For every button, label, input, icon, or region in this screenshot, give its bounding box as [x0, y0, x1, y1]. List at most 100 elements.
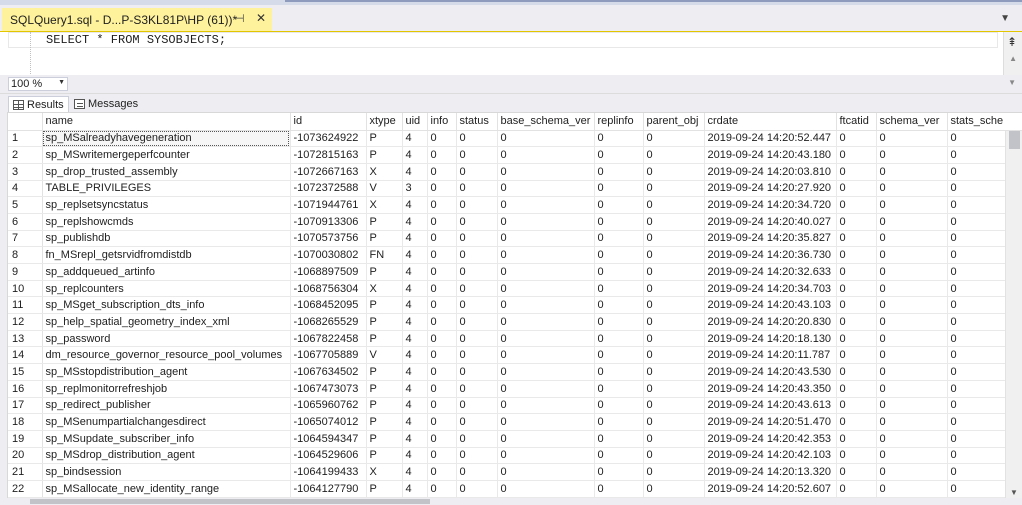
cell-schema-ver[interactable]: 0	[876, 330, 948, 348]
cell-replinfo[interactable]: 0	[594, 196, 644, 214]
cell-replinfo[interactable]: 0	[594, 346, 644, 365]
cell-status[interactable]: 0	[456, 397, 498, 415]
cell-crdate[interactable]: 2019-09-24 14:20:42.353	[704, 430, 837, 448]
cell-crdate[interactable]: 2019-09-24 14:20:03.810	[704, 163, 837, 181]
horizontal-scrollbar-thumb[interactable]	[30, 499, 430, 504]
table-row[interactable]: 19 sp_MSupdate_subscriber_info -1064594347…	[8, 430, 1018, 448]
cell-info[interactable]: 0	[427, 463, 457, 481]
cell-xtype[interactable]: P	[366, 213, 403, 231]
cell-uid[interactable]: 4	[402, 330, 428, 348]
row-number[interactable]: 21	[8, 463, 43, 481]
cell-status[interactable]: 0	[456, 196, 498, 214]
cell-ftcatid[interactable]: 0	[836, 296, 877, 315]
cell-uid[interactable]: 4	[402, 346, 428, 365]
cell-schema-ver[interactable]: 0	[876, 163, 948, 181]
cell-schema-ver[interactable]: 0	[876, 196, 948, 214]
cell-ftcatid[interactable]: 0	[836, 213, 877, 231]
cell-info[interactable]: 0	[427, 213, 457, 231]
row-number[interactable]: 18	[8, 413, 43, 431]
cell-info[interactable]: 0	[427, 380, 457, 398]
cell-base-schema-ver[interactable]: 0	[497, 313, 595, 331]
cell-parent-obj[interactable]: 0	[643, 380, 705, 398]
cell-schema-ver[interactable]: 0	[876, 463, 948, 481]
cell-crdate[interactable]: 2019-09-24 14:20:32.633	[704, 263, 837, 281]
cell-parent-obj[interactable]: 0	[643, 463, 705, 481]
cell-name[interactable]: TABLE_PRIVILEGES	[42, 180, 291, 198]
cell-xtype[interactable]: V	[366, 346, 403, 365]
cell-crdate[interactable]: 2019-09-24 14:20:34.720	[704, 196, 837, 214]
cell-parent-obj[interactable]: 0	[643, 330, 705, 348]
cell-crdate[interactable]: 2019-09-24 14:20:51.470	[704, 413, 837, 431]
table-row[interactable]: 15 sp_MSstopdistribution_agent -1067634502…	[8, 363, 1018, 381]
cell-info[interactable]: 0	[427, 330, 457, 348]
cell-base-schema-ver[interactable]: 0	[497, 397, 595, 415]
cell-status[interactable]: 0	[456, 447, 498, 465]
cell-status[interactable]: 0	[456, 380, 498, 398]
cell-parent-obj[interactable]: 0	[643, 246, 705, 264]
cell-id[interactable]: -1072815163	[290, 146, 367, 164]
scroll-down-icon[interactable]: ▼	[1008, 78, 1016, 87]
cell-replinfo[interactable]: 0	[594, 296, 644, 315]
cell-uid[interactable]: 4	[402, 463, 428, 481]
cell-status[interactable]: 0	[456, 296, 498, 315]
cell-schema-ver[interactable]: 0	[876, 313, 948, 331]
cell-ftcatid[interactable]: 0	[836, 246, 877, 264]
cell-ftcatid[interactable]: 0	[836, 180, 877, 198]
cell-id[interactable]: -1067634502	[290, 363, 367, 381]
column-header-parent-obj[interactable]: parent_obj	[643, 113, 705, 131]
zoom-select[interactable]: 100 % ▼	[8, 77, 68, 91]
cell-status[interactable]: 0	[456, 313, 498, 331]
cell-info[interactable]: 0	[427, 397, 457, 415]
cell-parent-obj[interactable]: 0	[643, 130, 705, 148]
grid-horizontal-scrollbar[interactable]	[0, 498, 1022, 505]
cell-schema-ver[interactable]: 0	[876, 380, 948, 398]
cell-base-schema-ver[interactable]: 0	[497, 296, 595, 315]
cell-base-schema-ver[interactable]: 0	[497, 280, 595, 298]
scrollbar-thumb[interactable]	[1009, 131, 1020, 149]
cell-crdate[interactable]: 2019-09-24 14:20:18.130	[704, 330, 837, 348]
cell-status[interactable]: 0	[456, 430, 498, 448]
cell-parent-obj[interactable]: 0	[643, 213, 705, 231]
chevron-down-icon[interactable]: ▼	[58, 79, 65, 86]
cell-replinfo[interactable]: 0	[594, 130, 644, 148]
cell-crdate[interactable]: 2019-09-24 14:20:11.787	[704, 346, 837, 365]
cell-id[interactable]: -1064127790	[290, 480, 367, 498]
cell-info[interactable]: 0	[427, 180, 457, 198]
cell-base-schema-ver[interactable]: 0	[497, 246, 595, 264]
cell-schema-ver[interactable]: 0	[876, 230, 948, 248]
cell-uid[interactable]: 4	[402, 313, 428, 331]
cell-ftcatid[interactable]: 0	[836, 196, 877, 214]
cell-replinfo[interactable]: 0	[594, 413, 644, 431]
tab-messages[interactable]: Messages	[70, 96, 142, 112]
table-row[interactable]: 14 dm_resource_governor_resource_pool_vol…	[8, 346, 1018, 365]
cell-id[interactable]: -1067473073	[290, 380, 367, 398]
tab-list-dropdown-icon[interactable]: ▼	[1000, 13, 1010, 24]
table-row[interactable]: 9 sp_addqueued_artinfo -1068897509 P 4 0 0 0 0 0 2…	[8, 263, 1018, 281]
cell-ftcatid[interactable]: 0	[836, 313, 877, 331]
cell-ftcatid[interactable]: 0	[836, 380, 877, 398]
cell-name[interactable]: sp_replmonitorrefreshjob	[42, 380, 291, 398]
cell-ftcatid[interactable]: 0	[836, 413, 877, 431]
cell-status[interactable]: 0	[456, 163, 498, 181]
table-row[interactable]: 10 sp_replcounters -1068756304 X 4 0 0 0 0 0 2019-…	[8, 280, 1018, 298]
cell-status[interactable]: 0	[456, 230, 498, 248]
cell-replinfo[interactable]: 0	[594, 397, 644, 415]
row-number[interactable]: 5	[8, 196, 43, 214]
cell-xtype[interactable]: P	[366, 413, 403, 431]
cell-xtype[interactable]: P	[366, 380, 403, 398]
column-header-uid[interactable]: uid	[402, 113, 428, 131]
cell-schema-ver[interactable]: 0	[876, 397, 948, 415]
cell-info[interactable]: 0	[427, 230, 457, 248]
cell-name[interactable]: sp_bindsession	[42, 463, 291, 481]
cell-base-schema-ver[interactable]: 0	[497, 146, 595, 164]
cell-base-schema-ver[interactable]: 0	[497, 180, 595, 198]
cell-ftcatid[interactable]: 0	[836, 463, 877, 481]
cell-replinfo[interactable]: 0	[594, 363, 644, 381]
cell-name[interactable]: sp_help_spatial_geometry_index_xml	[42, 313, 291, 331]
cell-base-schema-ver[interactable]: 0	[497, 447, 595, 465]
cell-status[interactable]: 0	[456, 246, 498, 264]
cell-id[interactable]: -1070573756	[290, 230, 367, 248]
cell-status[interactable]: 0	[456, 463, 498, 481]
query-text[interactable]: SELECT * FROM SYSOBJECTS;	[46, 33, 226, 47]
cell-base-schema-ver[interactable]: 0	[497, 480, 595, 498]
